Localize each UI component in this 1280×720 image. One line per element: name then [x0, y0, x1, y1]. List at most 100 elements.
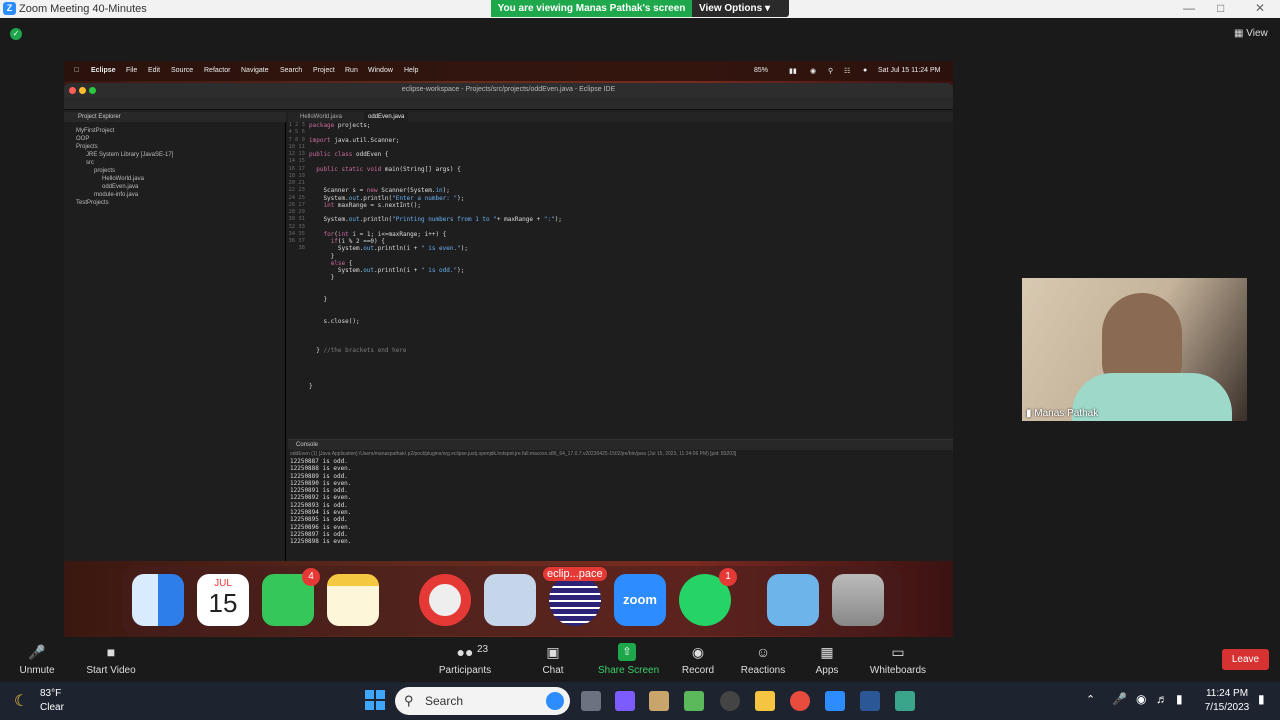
whatsapp-icon[interactable]: 1: [679, 568, 737, 626]
menu-navigate[interactable]: Navigate: [241, 67, 269, 74]
tree-item[interactable]: OOP: [76, 136, 89, 142]
mac-menu-bar:  Eclipse File Edit Source Refactor Navi…: [64, 61, 953, 81]
reactions-button[interactable]: ☺ Reactions: [740, 637, 786, 682]
meeting-controls: 🎤 Unmute ■ Start Video ●● Participants 23 ▣…: [0, 637, 1280, 682]
zoom-taskbar-icon[interactable]: [825, 691, 845, 711]
notepad-icon[interactable]: [895, 691, 915, 711]
close-dot-icon[interactable]: [69, 87, 76, 94]
eclipse-dock-icon[interactable]: eclip...pace: [543, 567, 607, 626]
apps-button[interactable]: ▦ Apps: [812, 637, 842, 682]
messages-icon[interactable]: 4: [262, 568, 320, 626]
leave-button[interactable]: Leave: [1222, 649, 1269, 670]
participants-icon: ●●: [456, 644, 474, 660]
close-icon[interactable]: ✕: [1255, 1, 1265, 15]
minimize-dot-icon[interactable]: [79, 87, 86, 94]
view-button[interactable]: ▦ View: [1234, 28, 1268, 39]
menu-edit[interactable]: Edit: [148, 67, 160, 74]
app-icon[interactable]: [649, 691, 669, 711]
participant-video[interactable]: ▮ Manas Pathak: [1022, 278, 1247, 421]
task-view-icon[interactable]: [581, 691, 601, 711]
tree-item[interactable]: TestProjects: [76, 200, 109, 206]
apple-icon[interactable]: : [74, 67, 79, 74]
whiteboards-button[interactable]: ▭ Whiteboards: [868, 637, 928, 682]
unmute-button[interactable]: 🎤 Unmute: [14, 637, 60, 682]
menu-search[interactable]: Search: [280, 67, 302, 74]
tree-item[interactable]: src: [86, 160, 94, 166]
view-options-button[interactable]: View Options ▾: [699, 0, 770, 17]
project-explorer: Project Explorer MyFirstProject OOP Proj…: [64, 112, 286, 561]
start-video-button[interactable]: ■ Start Video: [85, 637, 137, 682]
maximize-icon[interactable]: □: [1217, 1, 1224, 15]
viewing-banner-text: You are viewing Manas Pathak's screen: [491, 0, 692, 17]
chevron-up-icon[interactable]: ⌃: [1086, 693, 1095, 706]
battery-icon[interactable]: ▮▮: [789, 67, 797, 75]
chat-label: Chat: [542, 665, 564, 676]
weather-moon-icon[interactable]: ☾: [14, 691, 28, 711]
preview-icon[interactable]: [484, 574, 536, 626]
file-explorer-icon[interactable]: [755, 691, 775, 711]
chrome-icon[interactable]: [419, 574, 471, 626]
menu-help[interactable]: Help: [404, 67, 418, 74]
weather-temp[interactable]: 83°F: [40, 688, 61, 699]
console-view[interactable]: Console oddEven (1) [Java Application] /…: [288, 439, 953, 561]
menu-eclipse[interactable]: Eclipse: [91, 67, 116, 74]
word-icon[interactable]: [860, 691, 880, 711]
chat-button[interactable]: ▣ Chat: [538, 637, 568, 682]
taskbar-time[interactable]: 11:24 PM: [1203, 688, 1251, 699]
wifi-icon[interactable]: ◉: [1136, 692, 1146, 706]
record-button[interactable]: ◉ Record: [681, 637, 715, 682]
minimize-icon[interactable]: —: [1183, 1, 1195, 15]
tree-item[interactable]: MyFirstProject: [76, 128, 114, 134]
taskbar-search[interactable]: ⚲ Search: [395, 687, 570, 715]
spotlight-icon[interactable]: ⚲: [828, 67, 833, 75]
finder-icon[interactable]: [132, 574, 184, 626]
app-icon[interactable]: [720, 691, 740, 711]
app-icon[interactable]: [684, 691, 704, 711]
meet-icon[interactable]: [615, 691, 635, 711]
menu-project[interactable]: Project: [313, 67, 335, 74]
zoom-dock-icon[interactable]: zoom: [614, 574, 666, 626]
menu-file[interactable]: File: [126, 67, 137, 74]
tree-item[interactable]: oddEven.java: [102, 184, 138, 190]
wifi-icon[interactable]: ◉: [810, 67, 816, 75]
video-off-icon: ■: [106, 644, 116, 660]
tab-oddeven[interactable]: oddEven.java: [364, 112, 409, 122]
calendar-icon[interactable]: JUL 15: [197, 574, 249, 626]
explorer-header: Project Explorer: [64, 112, 286, 122]
tree-item[interactable]: HelloWorld.java: [102, 176, 144, 182]
encryption-shield-icon[interactable]: ✓: [10, 28, 22, 40]
line-numbers: 1 2 3 4 5 6 7 8 9 10 11 12 13 14 15 16 1…: [288, 122, 308, 431]
mic-icon[interactable]: 🎤: [1112, 692, 1127, 706]
chrome-taskbar-icon[interactable]: [790, 691, 810, 711]
bing-icon[interactable]: [546, 692, 564, 710]
share-screen-button[interactable]: ⇧ Share Screen: [598, 637, 659, 682]
whiteboard-icon: ▭: [891, 644, 905, 660]
chat-icon: ▣: [546, 644, 560, 660]
notes-icon[interactable]: [327, 574, 379, 626]
menu-run[interactable]: Run: [345, 67, 358, 74]
downloads-folder-icon[interactable]: [767, 574, 819, 626]
tree-item[interactable]: projects: [94, 168, 115, 174]
tree-item[interactable]: module-info.java: [94, 192, 138, 198]
windows-start-icon[interactable]: [365, 690, 385, 710]
source-code[interactable]: package projects; import java.util.Scann…: [309, 122, 949, 431]
menu-window[interactable]: Window: [368, 67, 393, 74]
menu-refactor[interactable]: Refactor: [204, 67, 230, 74]
unmute-label: Unmute: [19, 665, 55, 676]
windows-taskbar: ☾ 83°F Clear ⚲ Search ⌃ 🎤 ◉ ♬ ▮ 11:24 PM…: [0, 682, 1280, 720]
zoom-dot-icon[interactable]: [89, 87, 96, 94]
code-editor[interactable]: HelloWorld.java oddEven.java 1 2 3 4 5 6…: [288, 112, 953, 431]
siri-icon[interactable]: ●: [863, 67, 867, 74]
weather-desc: Clear: [40, 702, 64, 713]
tree-item[interactable]: Projects: [76, 144, 98, 150]
battery-icon[interactable]: ▮: [1176, 692, 1183, 706]
view-options-label: View Options: [699, 3, 763, 14]
notification-icon[interactable]: ▮: [1258, 692, 1265, 706]
participant-name-text: Manas Pathak: [1034, 408, 1099, 419]
trash-icon[interactable]: [832, 574, 884, 626]
tab-helloworld[interactable]: HelloWorld.java: [296, 112, 346, 122]
menu-source[interactable]: Source: [171, 67, 193, 74]
control-center-icon[interactable]: ☷: [844, 67, 850, 75]
volume-icon[interactable]: ♬: [1156, 692, 1168, 706]
tree-item[interactable]: JRE System Library [JavaSE-17]: [86, 152, 173, 158]
